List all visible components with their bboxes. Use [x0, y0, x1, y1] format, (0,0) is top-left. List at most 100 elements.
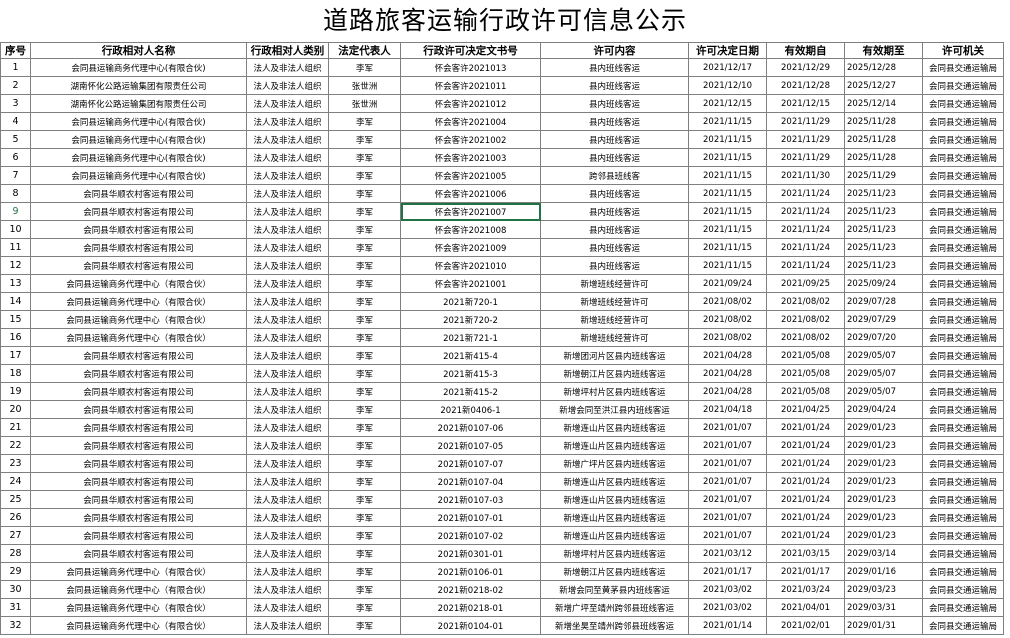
- table-cell[interactable]: 会同县交通运输局: [922, 202, 1004, 221]
- table-cell[interactable]: 2021/12/29: [766, 58, 845, 77]
- table-cell[interactable]: 李军: [328, 58, 401, 77]
- table-cell[interactable]: 会同县交通运输局: [922, 184, 1004, 203]
- table-cell[interactable]: 16: [0, 328, 31, 347]
- table-cell[interactable]: 会同县交通运输局: [922, 364, 1004, 383]
- table-cell[interactable]: 2021/11/24: [766, 184, 845, 203]
- table-cell[interactable]: 2021/08/02: [766, 328, 845, 347]
- table-cell[interactable]: 怀会客许2021003: [400, 148, 541, 167]
- header-cell[interactable]: 有效期至: [844, 42, 923, 59]
- table-cell[interactable]: 法人及非法人组织: [246, 58, 329, 77]
- header-cell[interactable]: 许可内容: [540, 42, 689, 59]
- table-cell[interactable]: 18: [0, 364, 31, 383]
- table-cell[interactable]: 2021新0218-01: [400, 598, 541, 617]
- table-cell[interactable]: 法人及非法人组织: [246, 238, 329, 257]
- table-cell[interactable]: 2029/01/23: [844, 418, 923, 437]
- table-cell[interactable]: 2029/01/23: [844, 526, 923, 545]
- table-cell[interactable]: 会同县华顺农村客运有限公司: [30, 400, 247, 419]
- table-cell[interactable]: 2029/07/20: [844, 328, 923, 347]
- table-cell[interactable]: 法人及非法人组织: [246, 328, 329, 347]
- table-cell[interactable]: 27: [0, 526, 31, 545]
- table-cell[interactable]: 会同县运输商务代理中心(有限合伙): [30, 148, 247, 167]
- table-cell[interactable]: 2021新415-4: [400, 346, 541, 365]
- table-cell[interactable]: 怀会客许2021006: [400, 184, 541, 203]
- table-cell[interactable]: 法人及非法人组织: [246, 256, 329, 275]
- table-cell[interactable]: 2021/11/30: [766, 166, 845, 185]
- table-cell[interactable]: 会同县华顺农村客运有限公司: [30, 526, 247, 545]
- table-cell[interactable]: 怀会客许2021002: [400, 130, 541, 149]
- table-cell[interactable]: 2021/11/15: [688, 220, 767, 239]
- table-cell[interactable]: 2021/05/08: [766, 346, 845, 365]
- table-cell[interactable]: 2021新0301-01: [400, 544, 541, 563]
- table-cell[interactable]: 20: [0, 400, 31, 419]
- table-cell[interactable]: 会同县华顺农村客运有限公司: [30, 418, 247, 437]
- table-cell[interactable]: 2021新0107-04: [400, 472, 541, 491]
- table-cell[interactable]: 2029/01/23: [844, 436, 923, 455]
- table-cell[interactable]: 会同县华顺农村客运有限公司: [30, 238, 247, 257]
- table-cell[interactable]: 2025/11/23: [844, 256, 923, 275]
- table-cell[interactable]: 2029/05/07: [844, 364, 923, 383]
- table-cell[interactable]: 1: [0, 58, 31, 77]
- table-cell[interactable]: 2029/01/23: [844, 472, 923, 491]
- table-cell[interactable]: 6: [0, 148, 31, 167]
- table-cell[interactable]: 法人及非法人组织: [246, 130, 329, 149]
- table-cell[interactable]: 会同县运输商务代理中心（有限合伙）: [30, 328, 247, 347]
- table-cell[interactable]: 会同县华顺农村客运有限公司: [30, 436, 247, 455]
- table-cell[interactable]: 2021/01/24: [766, 472, 845, 491]
- table-cell[interactable]: 2029/01/31: [844, 616, 923, 635]
- table-cell[interactable]: 会同县华顺农村客运有限公司: [30, 364, 247, 383]
- table-cell[interactable]: 2021/04/18: [688, 400, 767, 419]
- table-cell[interactable]: 法人及非法人组织: [246, 400, 329, 419]
- table-cell[interactable]: 会同县交通运输局: [922, 580, 1004, 599]
- table-cell[interactable]: 28: [0, 544, 31, 563]
- table-cell[interactable]: 2021/11/29: [766, 130, 845, 149]
- table-cell[interactable]: 22: [0, 436, 31, 455]
- table-cell[interactable]: 新增连山片区县内班线客运: [540, 436, 689, 455]
- table-cell[interactable]: 2021/11/24: [766, 256, 845, 275]
- table-cell[interactable]: 2021新0107-05: [400, 436, 541, 455]
- table-cell[interactable]: 2021/04/01: [766, 598, 845, 617]
- table-cell[interactable]: 李军: [328, 184, 401, 203]
- table-cell[interactable]: 会同县华顺农村客运有限公司: [30, 454, 247, 473]
- table-cell[interactable]: 李军: [328, 202, 401, 221]
- table-cell[interactable]: 新增连山片区县内班线客运: [540, 418, 689, 437]
- table-cell[interactable]: 2021/09/24: [688, 274, 767, 293]
- table-cell[interactable]: 2021/08/02: [766, 310, 845, 329]
- table-cell[interactable]: 会同县华顺农村客运有限公司: [30, 184, 247, 203]
- table-cell[interactable]: 法人及非法人组织: [246, 580, 329, 599]
- table-cell[interactable]: 2029/01/23: [844, 490, 923, 509]
- table-cell[interactable]: 李军: [328, 130, 401, 149]
- table-cell[interactable]: 怀会客许2021012: [400, 94, 541, 113]
- table-cell[interactable]: 县内班线客运: [540, 130, 689, 149]
- table-cell[interactable]: 2025/11/23: [844, 238, 923, 257]
- table-cell[interactable]: 2021/11/24: [766, 238, 845, 257]
- table-cell[interactable]: 李军: [328, 166, 401, 185]
- table-cell[interactable]: 会同县华顺农村客运有限公司: [30, 472, 247, 491]
- table-cell[interactable]: 李军: [328, 112, 401, 131]
- header-cell[interactable]: 有效期自: [766, 42, 845, 59]
- table-cell[interactable]: 张世洲: [328, 76, 401, 95]
- table-cell[interactable]: 2025/12/14: [844, 94, 923, 113]
- table-cell[interactable]: 2021新720-2: [400, 310, 541, 329]
- table-cell[interactable]: 李军: [328, 274, 401, 293]
- table-cell[interactable]: 李军: [328, 418, 401, 437]
- table-cell[interactable]: 2021新415-3: [400, 364, 541, 383]
- table-cell[interactable]: 2021/01/17: [688, 562, 767, 581]
- table-cell[interactable]: 13: [0, 274, 31, 293]
- header-cell[interactable]: 行政许可决定文书号: [400, 42, 541, 59]
- table-cell[interactable]: 2021/11/15: [688, 166, 767, 185]
- table-cell[interactable]: 会同县运输商务代理中心（有限合伙）: [30, 616, 247, 635]
- table-cell[interactable]: 2021/01/07: [688, 526, 767, 545]
- table-cell[interactable]: 会同县交通运输局: [922, 616, 1004, 635]
- table-cell[interactable]: 怀会客许2021008: [400, 220, 541, 239]
- table-cell[interactable]: 法人及非法人组织: [246, 292, 329, 311]
- header-cell[interactable]: 许可机关: [922, 42, 1004, 59]
- table-cell[interactable]: 县内班线客运: [540, 256, 689, 275]
- table-cell[interactable]: 跨邻县班线客: [540, 166, 689, 185]
- table-cell[interactable]: 24: [0, 472, 31, 491]
- table-cell[interactable]: 会同县华顺农村客运有限公司: [30, 490, 247, 509]
- header-cell[interactable]: 行政相对人名称: [30, 42, 247, 59]
- table-cell[interactable]: 县内班线客运: [540, 202, 689, 221]
- table-cell[interactable]: 31: [0, 598, 31, 617]
- table-cell[interactable]: 2025/11/23: [844, 184, 923, 203]
- table-cell[interactable]: 新增连山片区县内班线客运: [540, 526, 689, 545]
